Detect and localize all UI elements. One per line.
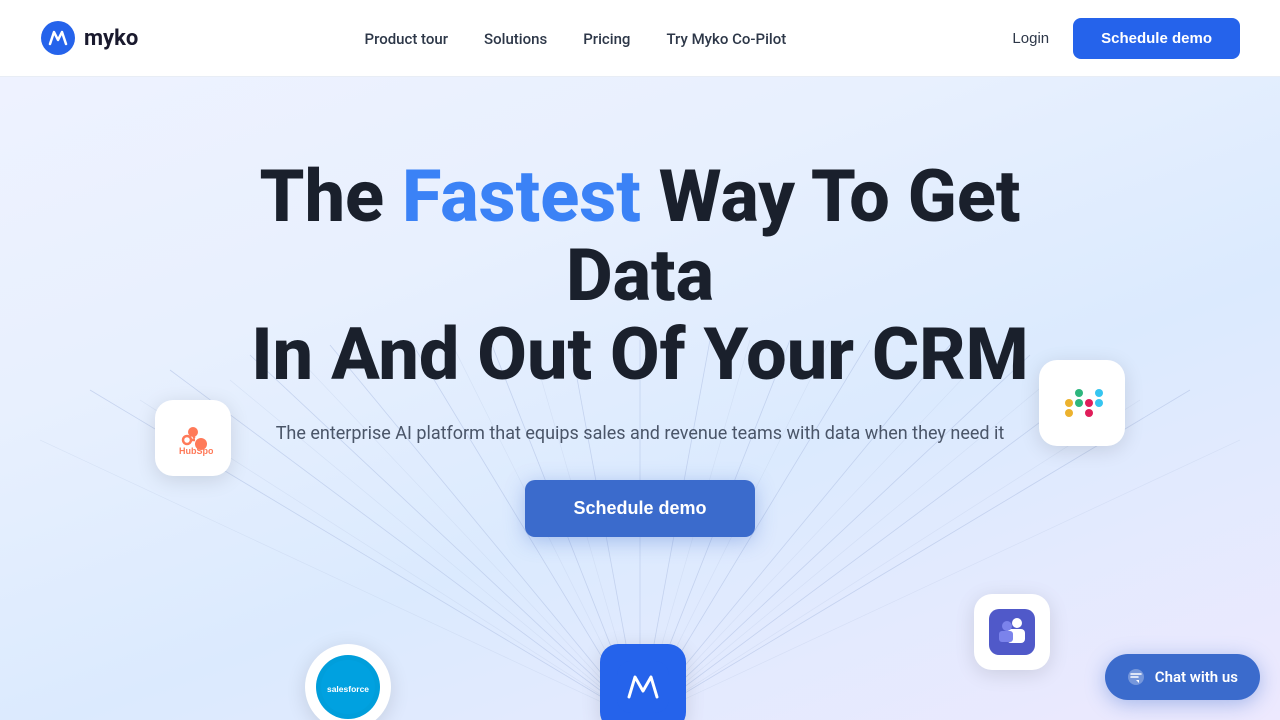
nav-item-solutions[interactable]: Solutions [484, 29, 547, 48]
nav-item-copilot[interactable]: Try Myko Co-Pilot [666, 29, 786, 48]
chat-icon [1127, 668, 1145, 686]
chat-widget[interactable]: Chat with us [1105, 654, 1260, 700]
navbar: myko Product tour Solutions Pricing Try … [0, 0, 1280, 77]
hero-title-line2: In And Out Of Your CRM [251, 312, 1029, 397]
nav-link-copilot[interactable]: Try Myko Co-Pilot [666, 30, 786, 48]
nav-links: Product tour Solutions Pricing Try Myko … [365, 29, 787, 48]
salesforce-icon-card: salesforce [305, 644, 391, 720]
teams-icon-card [974, 594, 1050, 670]
nav-link-solutions[interactable]: Solutions [484, 30, 547, 48]
nav-right: Login Schedule demo [1012, 18, 1240, 59]
hero-subtitle: The enterprise AI platform that equips s… [190, 423, 1090, 444]
hero-title: The Fastest Way To Get Data In And Out O… [190, 157, 1090, 395]
nav-link-product-tour[interactable]: Product tour [365, 30, 449, 48]
nav-link-pricing[interactable]: Pricing [583, 30, 630, 48]
hero-content: The Fastest Way To Get Data In And Out O… [190, 77, 1090, 537]
schedule-demo-nav-button[interactable]: Schedule demo [1073, 18, 1240, 59]
chat-widget-label: Chat with us [1155, 668, 1238, 686]
logo-text: myko [84, 26, 138, 51]
myko-center-icon [617, 661, 669, 713]
hero-title-fastest: Fastest [402, 154, 641, 239]
teams-icon [989, 609, 1035, 655]
svg-text:salesforce: salesforce [327, 684, 369, 694]
myko-center-icon-card [600, 644, 686, 720]
logo[interactable]: myko [40, 20, 138, 56]
nav-item-pricing[interactable]: Pricing [583, 29, 630, 48]
hero-cta: Schedule demo [190, 480, 1090, 537]
salesforce-icon: salesforce [316, 655, 380, 719]
hero-section: The Fastest Way To Get Data In And Out O… [0, 77, 1280, 720]
nav-item-product-tour[interactable]: Product tour [365, 29, 449, 48]
hero-title-part1: The [260, 154, 403, 239]
schedule-demo-hero-button[interactable]: Schedule demo [525, 480, 754, 537]
logo-icon [40, 20, 76, 56]
login-button[interactable]: Login [1012, 30, 1049, 47]
